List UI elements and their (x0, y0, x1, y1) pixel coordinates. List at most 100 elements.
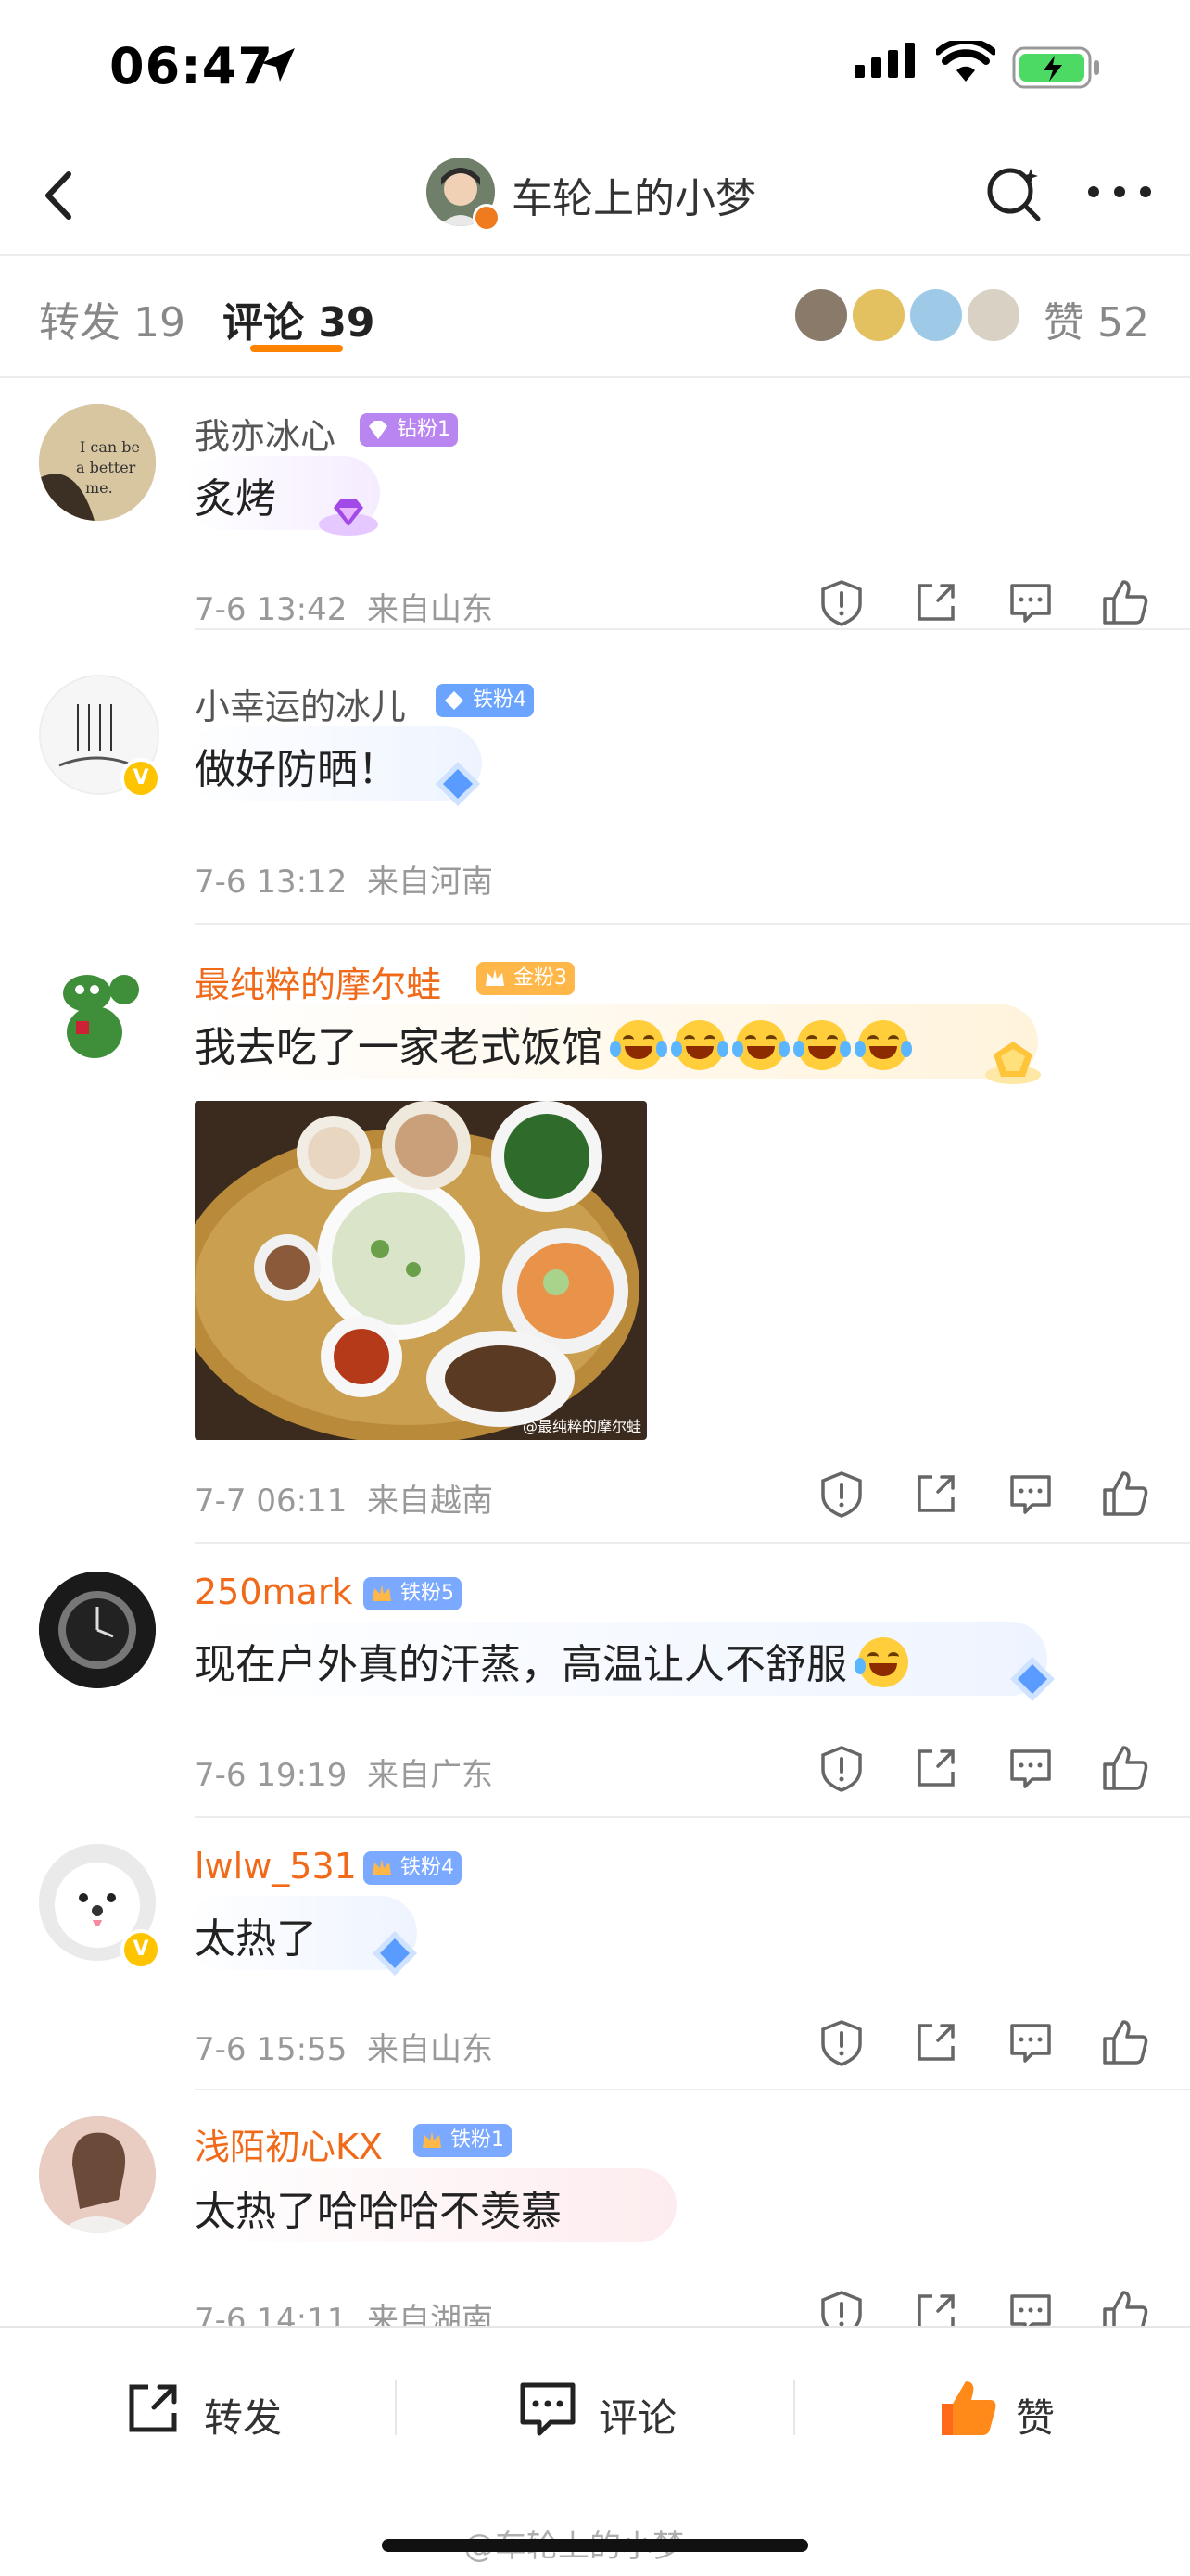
laugh-cry-emoji-icon (793, 1020, 851, 1070)
avatar[interactable]: I can be a better me. (39, 404, 156, 521)
comment-text: 我去吃了一家老式饭馆 (195, 1014, 912, 1073)
report-icon[interactable] (816, 1468, 867, 1520)
share-icon[interactable] (910, 1468, 962, 1520)
comment-button[interactable]: 评论 (515, 2376, 747, 2450)
comment-item: I can be a better me. 我亦冰心 钻粉1 炙烤 7-6 13:4… (0, 380, 1190, 630)
page-title[interactable]: 车轮上的小梦 (512, 165, 756, 224)
search-icon[interactable] (981, 161, 1045, 226)
comment-meta: 7-6 19:19 来自广东 (195, 1749, 493, 1795)
diamond-icon (445, 691, 463, 710)
status-bar: 06:47 (0, 0, 1190, 139)
crown-icon (423, 2131, 441, 2148)
comment-photo[interactable]: @最纯粹的摩尔蛙 (195, 1101, 647, 1440)
share-icon (129, 2384, 177, 2432)
tab-comments[interactable]: 评论 39 (222, 289, 375, 348)
laugh-cry-emoji-icon (855, 1637, 908, 1687)
liker-avatar (851, 287, 906, 343)
comment-time: 7-6 15:55 (195, 2031, 348, 2068)
nav-bar: 车轮上的小梦 (0, 139, 1190, 254)
battery-icon (1012, 46, 1099, 89)
fan-badge-label: 金粉3 (513, 966, 567, 990)
photo-watermark: @最纯粹的摩尔蛙 (522, 1418, 641, 1435)
svg-text:a better: a better (76, 459, 136, 476)
report-icon[interactable] (816, 2016, 867, 2068)
comment-time: 7-6 19:19 (195, 1757, 348, 1794)
location-arrow-icon (261, 48, 295, 82)
fan-badge: 铁粉5 (363, 1577, 462, 1610)
comment-actions (816, 1468, 1158, 1523)
liker-avatar (908, 287, 964, 343)
comment-icon[interactable] (1005, 1742, 1057, 1794)
comment-meta: 7-6 13:42 来自山东 (195, 584, 493, 629)
like-icon[interactable] (1099, 576, 1151, 628)
comment-username[interactable]: 我亦冰心 (195, 408, 335, 459)
comment-item: 浅陌初心KX 铁粉1 太热了哈哈哈不羡慕 7-6 14:11 来自湖南 (0, 2089, 1190, 2339)
tab-indicator (250, 345, 343, 352)
comment-location: 来自河南 (366, 864, 493, 901)
laugh-cry-emoji-icon (855, 1020, 912, 1070)
comment-text: 炙烤 (195, 475, 276, 523)
bubble-gem-icon (985, 1042, 1041, 1084)
comment-text: 做好防晒！ (195, 746, 399, 793)
laugh-cry-emoji-icon (732, 1020, 790, 1070)
svg-text:me.: me. (85, 479, 113, 497)
comment-username[interactable]: 小幸运的冰儿 (195, 678, 406, 729)
verified-badge: V (120, 1929, 161, 1970)
comment-icon[interactable] (1005, 2016, 1057, 2068)
crown-icon (486, 969, 504, 986)
verified-badge: V (120, 758, 161, 799)
bubble-gem-icon (319, 499, 378, 536)
crown-icon (373, 1585, 391, 1601)
like-icon[interactable] (1099, 1742, 1151, 1794)
tab-bar: 转发 19 评论 39 赞 52 (0, 254, 1190, 378)
avatar[interactable] (39, 2116, 156, 2233)
avatar[interactable] (39, 953, 156, 1069)
comment-text-content: 现在户外真的汗蒸，高温让人不舒服 (195, 1641, 847, 1688)
fan-badge: 金粉3 (476, 962, 575, 995)
crown-icon (373, 1859, 391, 1875)
like-icon[interactable] (1099, 2016, 1151, 2068)
share-icon[interactable] (910, 576, 962, 628)
laugh-cry-emoji-icon (671, 1020, 728, 1070)
comment-item: 250mark 铁粉5 现在户外真的汗蒸，高温让人不舒服 7-6 19:19 来… (0, 1542, 1190, 1811)
share-icon[interactable] (910, 1742, 962, 1794)
liker-avatar (966, 287, 1021, 343)
more-icon[interactable] (1082, 178, 1157, 206)
tab-likes[interactable]: 赞 52 (1044, 289, 1149, 348)
back-icon[interactable] (28, 163, 93, 228)
repost-button[interactable]: 转发 (120, 2376, 352, 2450)
repost-label: 转发 (204, 2395, 283, 2441)
comment-icon (520, 2382, 576, 2436)
fan-badge-label: 铁粉4 (400, 1856, 454, 1879)
fan-badge-label: 铁粉4 (473, 688, 526, 712)
comment-meta: 7-7 06:11 来自越南 (195, 1475, 493, 1521)
comment-username[interactable]: 最纯粹的摩尔蛙 (195, 956, 441, 1007)
comment-text: 太热了 (195, 1915, 317, 1963)
comment-text: 太热了哈哈哈不羡慕 (195, 2188, 562, 2235)
home-indicator[interactable] (382, 2539, 808, 2552)
comment-username[interactable]: 浅陌初心KX (195, 2118, 383, 2169)
avatar[interactable] (39, 1572, 156, 1688)
like-button[interactable]: 赞 (936, 2376, 1121, 2450)
tab-repost[interactable]: 转发 19 (39, 289, 185, 348)
bottom-toolbar: 转发 评论 赞 @车轮上的小梦 (0, 2326, 1190, 2576)
comment-time: 7-6 13:12 (195, 864, 348, 901)
comment-icon[interactable] (1005, 576, 1057, 628)
bubble-gem-icon (1010, 1657, 1055, 1701)
comment-actions (816, 2016, 1158, 2072)
comment-username[interactable]: 250mark (195, 1572, 352, 1612)
comment-location: 来自山东 (366, 2031, 493, 2068)
diamond-icon (369, 421, 387, 439)
comment-item: V 小幸运的冰儿 铁粉4 做好防晒！ 7-6 13:12 来自河南 (0, 628, 1190, 917)
comment-location: 来自越南 (366, 1483, 493, 1520)
divider (195, 2089, 1190, 2090)
share-icon[interactable] (910, 2016, 962, 2068)
report-icon[interactable] (816, 576, 867, 628)
comment-username[interactable]: lwlw_531 (195, 1846, 357, 1887)
comment-icon[interactable] (1005, 1468, 1057, 1520)
status-time: 06:47 (109, 37, 273, 95)
laugh-cry-emoji-icon (610, 1020, 667, 1070)
like-icon[interactable] (1099, 1468, 1151, 1520)
comment-item: 最纯粹的摩尔蛙 金粉3 我去吃了一家老式饭馆 @最纯粹的摩尔蛙 7-7 06:1… (0, 923, 1190, 1529)
report-icon[interactable] (816, 1742, 867, 1794)
